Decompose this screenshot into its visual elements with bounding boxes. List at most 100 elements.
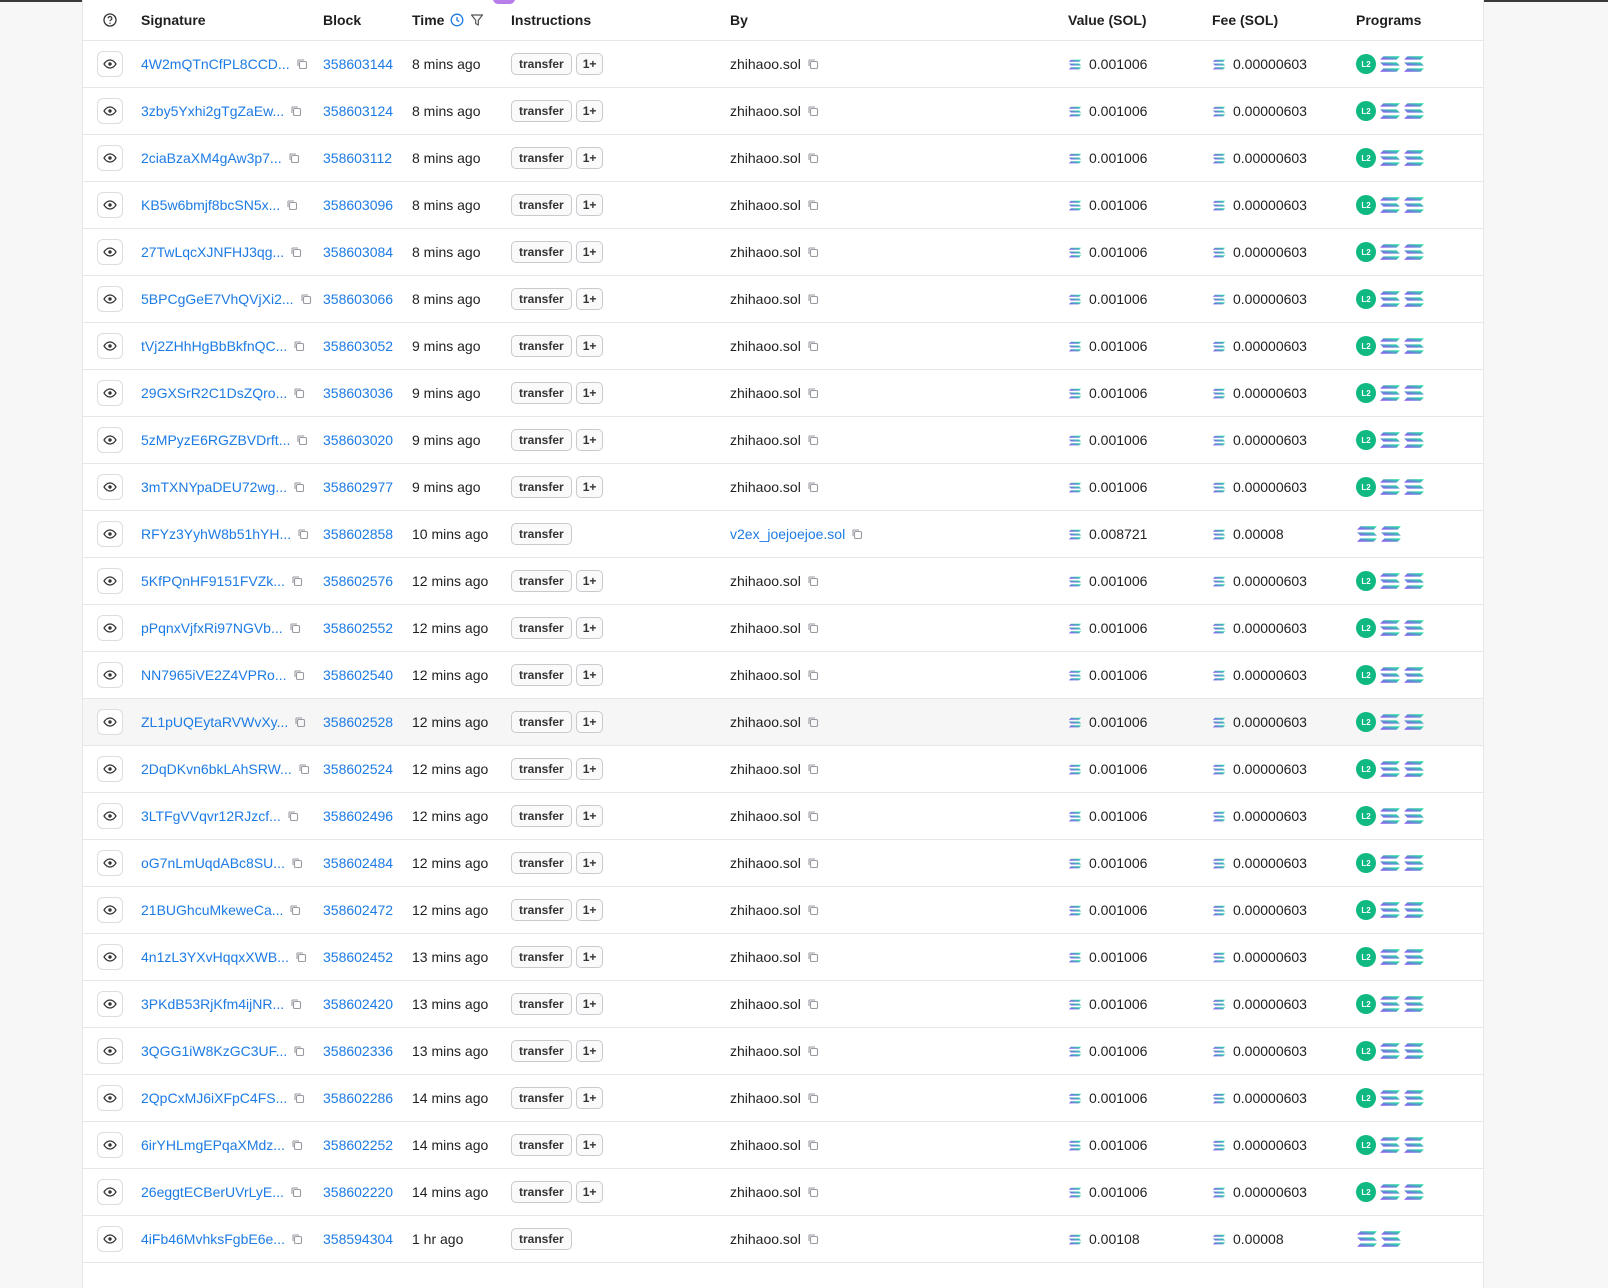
solana-program-icon[interactable] <box>1403 807 1425 825</box>
solana-program-icon[interactable] <box>1403 478 1425 496</box>
signature-link[interactable]: 29GXSrR2C1DsZQro... <box>141 385 287 401</box>
block-link[interactable]: 358602252 <box>323 1137 393 1153</box>
instruction-badge[interactable]: transfer <box>511 100 572 122</box>
instruction-badge[interactable]: transfer <box>511 946 572 968</box>
signer-address[interactable]: zhihaoo.sol <box>730 761 801 777</box>
l2-program-icon[interactable]: L2 <box>1356 665 1376 685</box>
block-link[interactable]: 358603036 <box>323 385 393 401</box>
signer-address[interactable]: zhihaoo.sol <box>730 479 801 495</box>
solana-program-icon[interactable] <box>1403 196 1425 214</box>
copy-icon[interactable] <box>807 716 819 728</box>
l2-program-icon[interactable]: L2 <box>1356 947 1376 967</box>
signer-address[interactable]: zhihaoo.sol <box>730 291 801 307</box>
block-link[interactable]: 358603066 <box>323 291 393 307</box>
l2-program-icon[interactable]: L2 <box>1356 806 1376 826</box>
instruction-badge[interactable]: transfer <box>511 476 572 498</box>
solana-program-icon[interactable] <box>1379 948 1401 966</box>
block-link[interactable]: 358602220 <box>323 1184 393 1200</box>
instruction-badge[interactable]: transfer <box>511 1181 572 1203</box>
eye-icon[interactable] <box>97 1085 123 1111</box>
l2-program-icon[interactable]: L2 <box>1356 54 1376 74</box>
more-instructions-badge[interactable]: 1+ <box>575 1181 604 1203</box>
block-link[interactable]: 358603020 <box>323 432 393 448</box>
eye-icon[interactable] <box>97 286 123 312</box>
instruction-badge[interactable]: transfer <box>511 429 572 451</box>
signer-address[interactable]: zhihaoo.sol <box>730 949 801 965</box>
signature-link[interactable]: 3mTXNYpaDEU72wg... <box>141 479 287 495</box>
copy-icon[interactable] <box>807 481 819 493</box>
more-instructions-badge[interactable]: 1+ <box>575 429 604 451</box>
eye-icon[interactable] <box>97 1226 123 1252</box>
clock-icon[interactable] <box>450 13 464 27</box>
eye-icon[interactable] <box>97 51 123 77</box>
instruction-badge[interactable]: transfer <box>511 758 572 780</box>
instruction-badge[interactable]: transfer <box>511 53 572 75</box>
solana-program-icon[interactable] <box>1379 854 1401 872</box>
solana-program-icon[interactable] <box>1379 1136 1401 1154</box>
more-instructions-badge[interactable]: 1+ <box>575 382 604 404</box>
more-instructions-badge[interactable]: 1+ <box>575 852 604 874</box>
block-link[interactable]: 358603112 <box>323 150 392 166</box>
copy-icon[interactable] <box>807 575 819 587</box>
signature-link[interactable]: 6irYHLmgEPqaXMdz... <box>141 1137 285 1153</box>
signature-link[interactable]: tVj2ZHhHgBbBkfnQC... <box>141 338 287 354</box>
solana-program-icon[interactable] <box>1403 102 1425 120</box>
copy-icon[interactable] <box>807 1139 819 1151</box>
copy-icon[interactable] <box>295 951 307 963</box>
instruction-badge[interactable]: transfer <box>511 852 572 874</box>
copy-icon[interactable] <box>291 575 303 587</box>
eye-icon[interactable] <box>97 1179 123 1205</box>
copy-icon[interactable] <box>807 763 819 775</box>
signer-address[interactable]: zhihaoo.sol <box>730 996 801 1012</box>
copy-icon[interactable] <box>293 340 305 352</box>
eye-icon[interactable] <box>97 803 123 829</box>
block-link[interactable]: 358594304 <box>323 1231 393 1247</box>
instruction-badge[interactable]: transfer <box>511 1134 572 1156</box>
l2-program-icon[interactable]: L2 <box>1356 430 1376 450</box>
eye-icon[interactable] <box>97 756 123 782</box>
copy-icon[interactable] <box>807 998 819 1010</box>
eye-icon[interactable] <box>97 380 123 406</box>
l2-program-icon[interactable]: L2 <box>1356 242 1376 262</box>
l2-program-icon[interactable]: L2 <box>1356 289 1376 309</box>
more-instructions-badge[interactable]: 1+ <box>575 664 604 686</box>
signature-link[interactable]: 2DqDKvn6bkLAhSRW... <box>141 761 292 777</box>
eye-icon[interactable] <box>97 850 123 876</box>
more-instructions-badge[interactable]: 1+ <box>575 1040 604 1062</box>
instruction-badge[interactable]: transfer <box>511 241 572 263</box>
l2-program-icon[interactable]: L2 <box>1356 571 1376 591</box>
l2-program-icon[interactable]: L2 <box>1356 759 1376 779</box>
solana-program-icon[interactable] <box>1403 854 1425 872</box>
solana-program-icon[interactable] <box>1379 901 1401 919</box>
signer-address[interactable]: zhihaoo.sol <box>730 432 801 448</box>
solana-program-icon[interactable] <box>1403 995 1425 1013</box>
more-instructions-badge[interactable]: 1+ <box>575 335 604 357</box>
more-instructions-badge[interactable]: 1+ <box>575 946 604 968</box>
copy-icon[interactable] <box>293 1092 305 1104</box>
signature-link[interactable]: KB5w6bmjf8bcSN5x... <box>141 197 280 213</box>
signer-address[interactable]: v2ex_joejoejoe.sol <box>730 526 845 542</box>
copy-icon[interactable] <box>807 669 819 681</box>
instruction-badge[interactable]: transfer <box>511 288 572 310</box>
eye-icon[interactable] <box>97 521 123 547</box>
solana-program-icon[interactable] <box>1403 948 1425 966</box>
copy-icon[interactable] <box>807 246 819 258</box>
signer-address[interactable]: zhihaoo.sol <box>730 1043 801 1059</box>
eye-icon[interactable] <box>97 568 123 594</box>
copy-icon[interactable] <box>807 904 819 916</box>
more-instructions-badge[interactable]: 1+ <box>575 100 604 122</box>
solana-program-icon[interactable] <box>1379 290 1401 308</box>
copy-icon[interactable] <box>807 199 819 211</box>
copy-icon[interactable] <box>286 199 298 211</box>
more-instructions-badge[interactable]: 1+ <box>575 758 604 780</box>
copy-icon[interactable] <box>291 1233 303 1245</box>
solana-program-icon[interactable] <box>1403 243 1425 261</box>
solana-program-icon[interactable] <box>1403 1136 1425 1154</box>
l2-program-icon[interactable]: L2 <box>1356 900 1376 920</box>
solana-program-icon[interactable] <box>1403 713 1425 731</box>
instruction-badge[interactable]: transfer <box>511 194 572 216</box>
instruction-badge[interactable]: transfer <box>511 523 572 545</box>
signature-link[interactable]: 2ciaBzaXM4gAw3p7... <box>141 150 282 166</box>
more-instructions-badge[interactable]: 1+ <box>575 53 604 75</box>
signature-link[interactable]: 5KfPQnHF9151FVZk... <box>141 573 285 589</box>
